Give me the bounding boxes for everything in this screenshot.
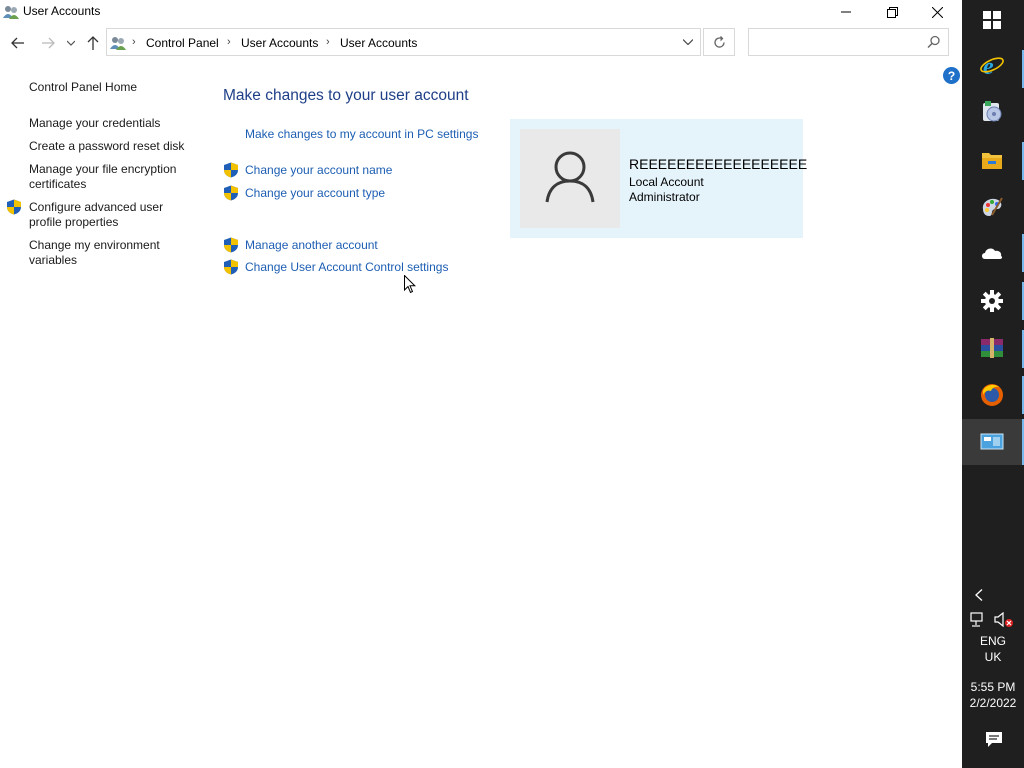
user-accounts-icon — [110, 35, 126, 51]
account-tile: REEEEEEEEEEEEEEEEEE Local Account Admini… — [510, 119, 807, 238]
breadcrumb-control-panel[interactable]: Control Panel — [146, 36, 219, 50]
control-panel-icon — [977, 427, 1007, 457]
clock-time: 5:55 PM — [970, 680, 1016, 694]
up-button[interactable] — [83, 34, 103, 52]
close-button[interactable] — [914, 0, 960, 24]
file-explorer-icon[interactable] — [977, 145, 1007, 175]
control-panel-taskbar-button[interactable] — [962, 419, 1024, 465]
taskbar: e ENG UK 5:55 PM 2/2/2022 — [962, 0, 1024, 768]
advanced-user-profile-link[interactable]: Configure advanced user profile properti… — [29, 200, 179, 230]
language-code: ENG — [979, 634, 1006, 648]
control-panel-home-link[interactable]: Control Panel Home — [29, 80, 194, 95]
avatar — [520, 129, 620, 228]
account-role: Administrator — [629, 190, 700, 204]
window-title: User Accounts — [23, 4, 101, 18]
firefox-icon[interactable] — [977, 380, 1007, 410]
manage-another-account-link[interactable]: Manage another account — [245, 238, 378, 252]
search-input[interactable] — [748, 28, 949, 56]
network-icon[interactable] — [970, 612, 988, 628]
restore-button[interactable] — [869, 0, 915, 24]
uac-shield-icon — [223, 237, 239, 253]
breadcrumb-user-accounts-current[interactable]: User Accounts — [340, 36, 417, 50]
address-history-dropdown[interactable] — [675, 29, 701, 55]
media-player-icon[interactable] — [977, 97, 1007, 127]
onedrive-icon[interactable] — [977, 238, 1007, 268]
password-reset-disk-link[interactable]: Create a password reset disk — [29, 139, 194, 154]
navigation-bar: › Control Panel › User Accounts › User A… — [0, 28, 962, 58]
uac-settings-link[interactable]: Change User Account Control settings — [245, 260, 448, 274]
chevron-left-icon — [975, 589, 983, 601]
clock-date: 2/2/2022 — [969, 696, 1017, 710]
user-silhouette-icon — [545, 151, 595, 203]
breadcrumb-separator[interactable]: › — [227, 36, 231, 48]
chevron-down-icon — [67, 40, 75, 46]
volume-muted-icon[interactable] — [994, 611, 1014, 628]
minimize-button[interactable] — [823, 0, 869, 24]
winrar-icon[interactable] — [977, 333, 1007, 363]
account-name: REEEEEEEEEEEEEEEEEE — [629, 156, 808, 172]
refresh-icon — [713, 35, 725, 48]
refresh-button[interactable] — [703, 28, 735, 56]
forward-arrow-icon — [42, 37, 55, 49]
back-arrow-icon — [11, 37, 24, 49]
close-icon — [931, 6, 943, 18]
clock[interactable]: 5:55 PM 2/2/2022 — [962, 679, 1024, 711]
file-encryption-certificates-link[interactable]: Manage your file encryption certificates — [29, 162, 189, 192]
address-bar[interactable]: › Control Panel › User Accounts › User A… — [106, 28, 701, 56]
uac-shield-icon — [223, 162, 239, 178]
user-accounts-window: User Accounts › Control Panel › User Acc… — [0, 0, 962, 768]
minimize-icon — [841, 11, 851, 13]
help-icon[interactable]: ? — [943, 67, 960, 84]
back-button[interactable] — [8, 34, 28, 52]
restore-icon — [886, 6, 898, 18]
breadcrumb-user-accounts[interactable]: User Accounts — [241, 36, 318, 50]
manage-credentials-link[interactable]: Manage your credentials — [29, 116, 194, 131]
show-hidden-icons-button[interactable] — [972, 587, 986, 603]
action-center-icon[interactable] — [984, 729, 1004, 749]
chevron-down-icon — [683, 39, 693, 45]
up-arrow-icon — [87, 36, 99, 50]
uac-shield-icon — [6, 199, 22, 215]
forward-button[interactable] — [38, 34, 58, 52]
svg-text:e: e — [983, 54, 994, 78]
language-region: UK — [984, 650, 1002, 664]
uac-shield-icon — [223, 185, 239, 201]
paint-icon[interactable] — [977, 192, 1007, 222]
change-account-type-link[interactable]: Change your account type — [245, 186, 385, 200]
pc-settings-link[interactable]: Make changes to my account in PC setting… — [245, 127, 478, 141]
account-type: Local Account — [629, 175, 704, 189]
breadcrumb-separator[interactable]: › — [132, 36, 136, 48]
search-icon[interactable] — [927, 35, 941, 49]
mouse-cursor-icon — [404, 275, 416, 294]
change-account-name-link[interactable]: Change your account name — [245, 163, 392, 177]
title-bar[interactable]: User Accounts — [0, 0, 962, 24]
page-title: Make changes to your user account — [223, 87, 469, 104]
internet-explorer-icon[interactable]: e — [977, 50, 1007, 80]
input-language[interactable]: ENG UK — [962, 633, 1024, 665]
user-accounts-icon — [3, 4, 19, 20]
uac-shield-icon — [223, 259, 239, 275]
windows-start-icon[interactable] — [977, 5, 1007, 35]
recent-locations-button[interactable] — [64, 34, 78, 52]
environment-variables-link[interactable]: Change my environment variables — [29, 238, 179, 268]
breadcrumb-separator[interactable]: › — [326, 36, 330, 48]
settings-gear-icon[interactable] — [977, 286, 1007, 316]
